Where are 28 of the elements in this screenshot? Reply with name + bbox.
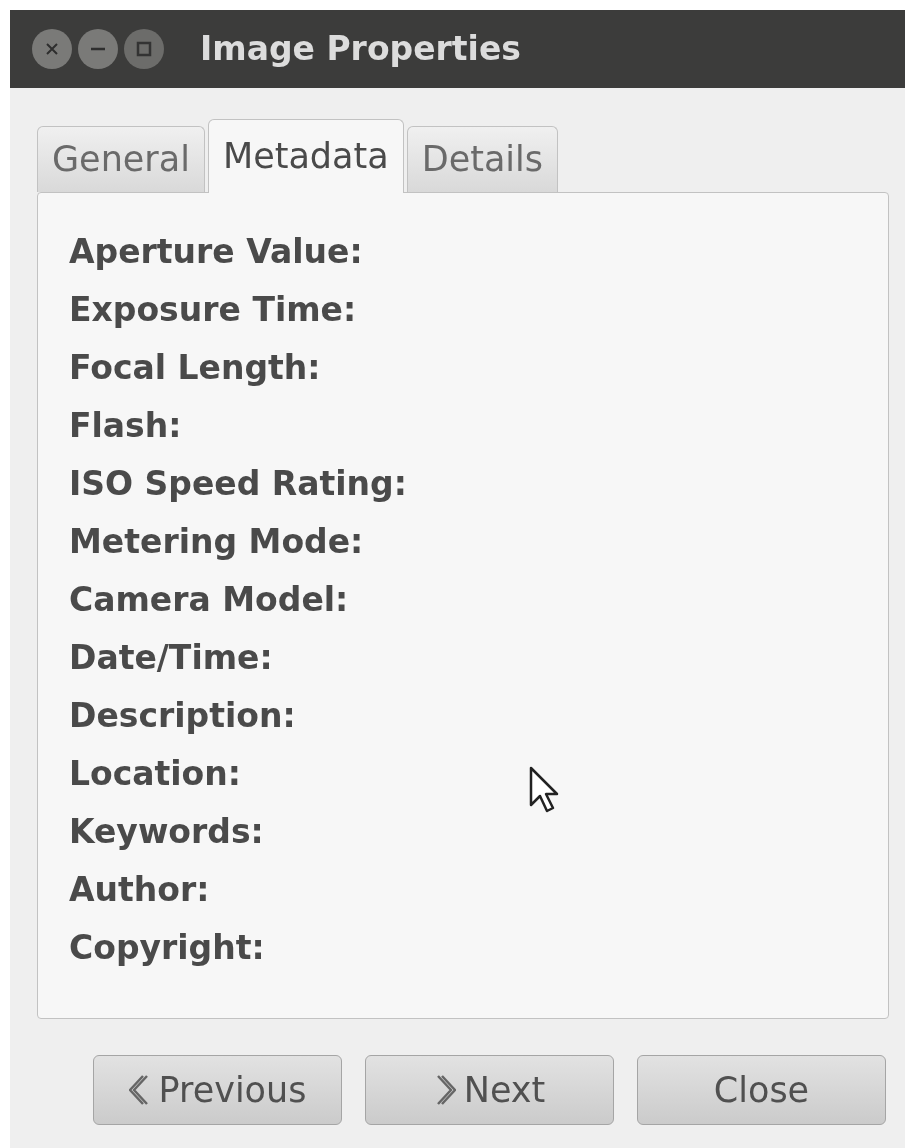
field-label: ISO Speed Rating: <box>69 463 407 504</box>
field-label: Date/Time: <box>69 637 273 678</box>
field-label: Flash: <box>69 405 182 446</box>
maximize-icon <box>136 41 152 57</box>
field-label: Description: <box>69 695 296 736</box>
field-label: Focal Length: <box>69 347 321 388</box>
dialog-button[interactable]: Close <box>637 1055 886 1125</box>
field-label: Keywords: <box>69 811 264 852</box>
field-label: Exposure Time: <box>69 289 357 330</box>
minimize-icon <box>90 47 106 51</box>
window-title: Image Properties <box>200 28 521 71</box>
field-label: Author: <box>69 869 210 910</box>
field-label: Aperture Value: <box>69 231 363 272</box>
close-button[interactable] <box>32 29 72 69</box>
chevron-left-icon <box>128 1073 151 1107</box>
field-label: Location: <box>69 753 241 794</box>
maximize-button[interactable] <box>124 29 164 69</box>
close-icon <box>45 42 59 56</box>
tab[interactable]: General <box>37 126 205 192</box>
field-label: Metering Mode: <box>69 521 364 562</box>
tab[interactable]: Details <box>406 126 559 192</box>
field-label: Copyright: <box>69 927 265 968</box>
mouse-pointer-icon <box>528 765 560 815</box>
tab[interactable]: Metadata <box>207 119 404 193</box>
field-label: Camera Model: <box>69 579 349 620</box>
minimize-button[interactable] <box>78 29 118 69</box>
dialog-button[interactable]: Next <box>365 1055 614 1125</box>
dialog-button[interactable]: Previous <box>93 1055 342 1125</box>
